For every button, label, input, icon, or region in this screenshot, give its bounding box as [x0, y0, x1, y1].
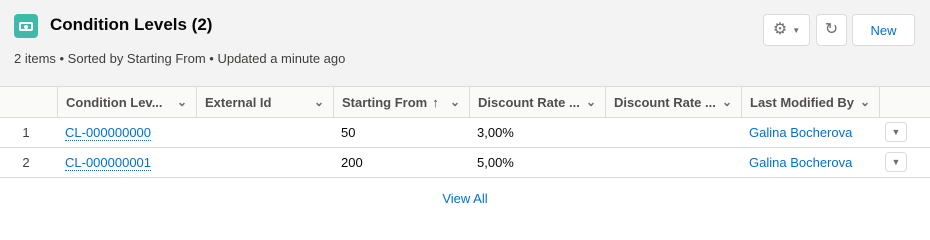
row-action-menu-button[interactable]: ▼: [885, 152, 907, 172]
user-link[interactable]: Galina Bocherova: [749, 125, 852, 140]
column-label: Condition Lev...: [66, 95, 163, 110]
sort-ascending-icon: ↑: [432, 95, 439, 110]
name-cell: CL-000000001: [57, 148, 196, 177]
column-label: Last Modified By: [750, 95, 855, 110]
chevron-down-icon[interactable]: ⌄: [313, 95, 325, 109]
card-subtitle: 2 items • Sorted by Starting From • Upda…: [14, 51, 346, 66]
chevron-down-icon: ▼: [891, 127, 901, 137]
condition-level-object-icon: [14, 14, 38, 38]
starting-from-cell: 50: [341, 125, 356, 140]
chevron-down-icon[interactable]: ⌄: [721, 95, 733, 109]
column-label: Starting From: [342, 95, 428, 110]
chevron-down-icon: ▼: [891, 157, 901, 167]
column-header-condition-level[interactable]: Condition Lev... ⌄: [57, 87, 196, 118]
chevron-down-icon[interactable]: ⌄: [176, 95, 188, 109]
chevron-down-icon[interactable]: ⌄: [585, 95, 597, 109]
table-row: 2 CL-000000001 200 5,00% Galina Bocherov…: [0, 148, 930, 178]
gear-icon: ⚙: [772, 21, 788, 38]
chevron-down-icon[interactable]: ⌄: [859, 95, 871, 109]
column-label: Discount Rate ...: [614, 95, 716, 110]
list-settings-button[interactable]: ⚙ ▼: [763, 14, 810, 46]
refresh-icon: ↻: [824, 21, 839, 38]
column-header-external-id[interactable]: External Id ⌄: [196, 87, 333, 118]
external-id-cell: [196, 118, 333, 147]
view-all-label[interactable]: View All: [442, 191, 487, 206]
view-all-link[interactable]: View All: [0, 190, 930, 208]
chevron-down-icon: ▼: [792, 25, 801, 35]
record-link[interactable]: CL-000000001: [65, 155, 152, 171]
row-number: 1: [22, 125, 30, 140]
row-number: 2: [22, 155, 30, 170]
refresh-button[interactable]: ↻: [816, 14, 847, 46]
column-label: External Id: [205, 95, 272, 110]
table-header: Condition Lev... ⌄ External Id ⌄ Startin…: [0, 86, 930, 118]
name-cell: CL-000000000: [57, 118, 196, 147]
related-list-card: Condition Levels (2) 2 items • Sorted by…: [0, 0, 930, 219]
record-link[interactable]: CL-000000000: [65, 125, 152, 141]
column-header-actions: [879, 87, 930, 118]
row-action-menu-button[interactable]: ▼: [885, 122, 907, 142]
table-row: 1 CL-000000000 50 3,00% Galina Bocherova…: [0, 118, 930, 148]
card-title[interactable]: Condition Levels (2): [50, 14, 212, 36]
column-header-starting-from[interactable]: Starting From ↑ ⌄: [333, 87, 469, 118]
discount-rate-cell: 3,00%: [477, 125, 514, 140]
last-modified-by-cell: Galina Bocherova: [741, 148, 879, 177]
card-header: Condition Levels (2) 2 items • Sorted by…: [0, 0, 930, 86]
external-id-cell: [196, 148, 333, 177]
user-link[interactable]: Galina Bocherova: [749, 155, 852, 170]
discount-rate-cell: [605, 148, 741, 177]
discount-rate-cell: 5,00%: [477, 155, 514, 170]
column-header-discount-rate-1[interactable]: Discount Rate ... ⌄: [469, 87, 605, 118]
chevron-down-icon[interactable]: ⌄: [449, 95, 461, 109]
new-button[interactable]: New: [852, 14, 915, 46]
discount-rate-cell: [605, 118, 741, 147]
column-header-last-modified-by[interactable]: Last Modified By ⌄: [741, 87, 879, 118]
last-modified-by-cell: Galina Bocherova: [741, 118, 879, 147]
column-label: Discount Rate ...: [478, 95, 580, 110]
starting-from-cell: 200: [341, 155, 363, 170]
column-header-discount-rate-2[interactable]: Discount Rate ... ⌄: [605, 87, 741, 118]
